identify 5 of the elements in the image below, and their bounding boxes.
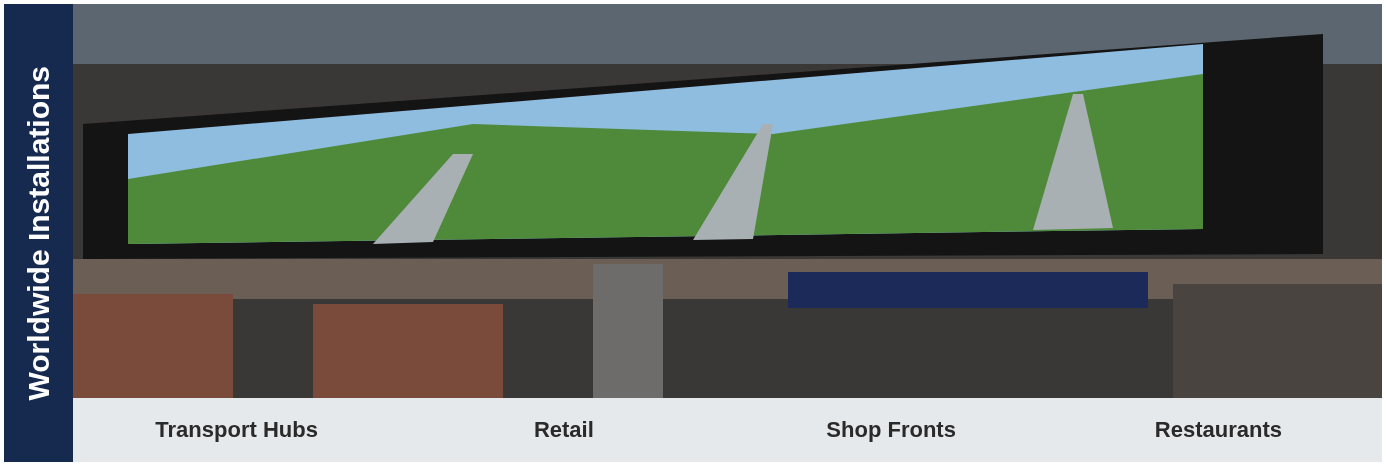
category-label: Transport Hubs	[155, 417, 318, 443]
category-label: Shop Fronts	[826, 417, 956, 443]
category-label: Restaurants	[1154, 417, 1282, 443]
category-label: Retail	[533, 417, 594, 443]
sidebar-title: Worldwide Installations	[21, 65, 56, 401]
